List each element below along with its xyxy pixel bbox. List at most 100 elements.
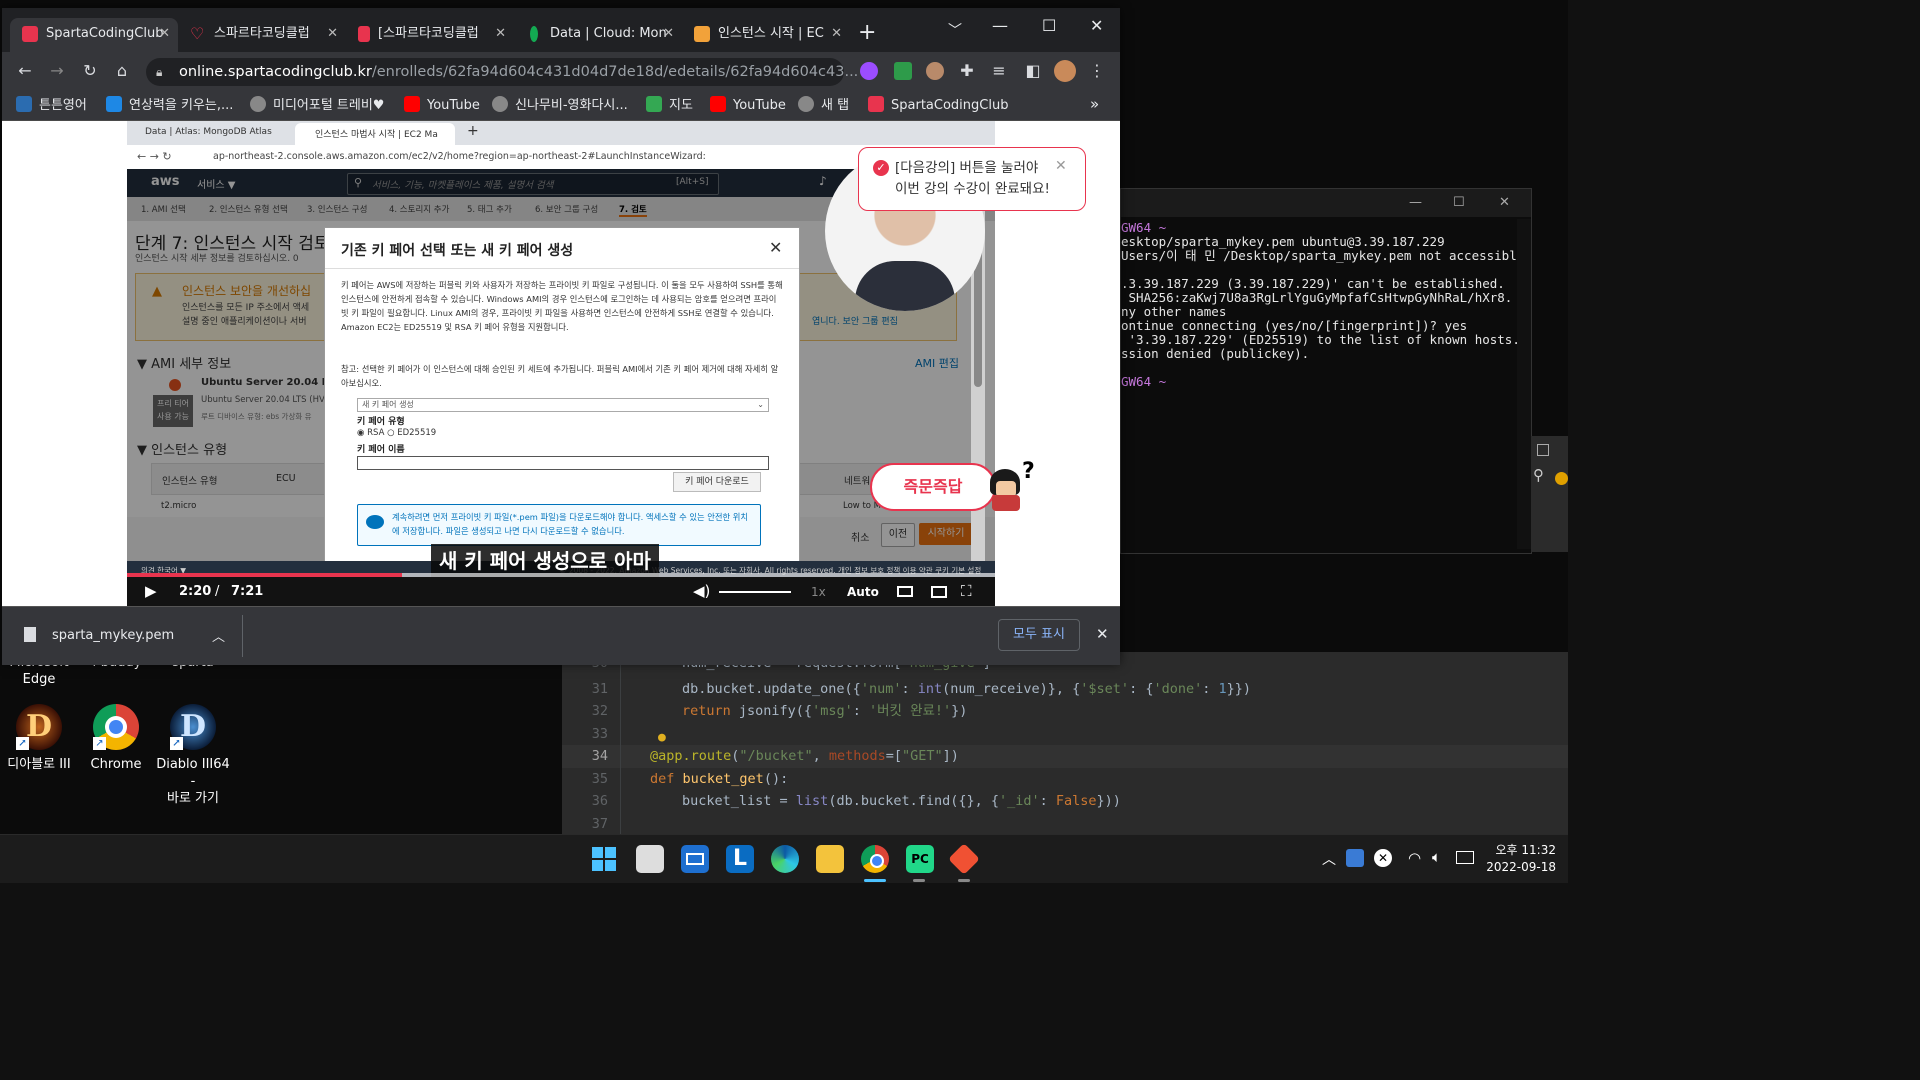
volume-slider[interactable] [719, 591, 791, 593]
tab-title: 스파르타코딩클럽 [214, 26, 310, 41]
download-filename[interactable]: sparta_mykey.pem [52, 628, 174, 643]
pycharm-icon[interactable]: PC [906, 845, 934, 873]
playback-speed[interactable]: 1x [811, 585, 826, 599]
media-list-icon[interactable]: ≡ [988, 61, 1010, 81]
code-editor[interactable]: 30num_receive = request.form['num_give']… [562, 652, 1568, 834]
clock[interactable]: 오후 11:32 2022-09-18 [1486, 842, 1556, 876]
tab-close-icon[interactable]: ✕ [831, 18, 842, 50]
tab-close-icon[interactable]: ✕ [327, 18, 338, 50]
window-close-icon[interactable]: ✕ [1090, 16, 1103, 35]
address-bar[interactable]: 🔒︎ online.spartacodingclub.kr/enrolleds/… [146, 58, 858, 86]
menu-kebab-icon[interactable]: ⋮ [1086, 61, 1108, 81]
bookmark-item[interactable]: YouTube [710, 96, 786, 114]
wifi-icon[interactable]: ◠ [1408, 849, 1421, 867]
code-line[interactable]: 31 db.bucket.update_one({'num': int(num_r… [562, 678, 1568, 701]
desktop-icon-diablo64[interactable]: D ↗ Diablo III64 - 바로 가기 [154, 704, 232, 807]
code-line[interactable]: 33 ● [562, 723, 1568, 746]
tab-search-chevron-icon[interactable]: ﹀ [948, 20, 962, 40]
extension-2-icon[interactable] [894, 62, 912, 80]
tab-close-icon[interactable]: ✕ [159, 18, 170, 50]
terminal-output[interactable]: GW64 ~ esktop/sparta_mykey.pem ubuntu@3.… [1121, 217, 1532, 389]
reload-icon[interactable]: ↻ [79, 61, 101, 81]
key-pair-select: 새 키 페어 생성 ⌄ [357, 398, 769, 412]
terminal-scrollbar[interactable] [1517, 219, 1531, 549]
battery-icon[interactable] [1456, 851, 1474, 864]
bookmark-item[interactable]: 미디어포털 트레비♥ [250, 96, 384, 114]
quality-setting[interactable]: Auto [847, 585, 879, 599]
window-minimize-icon[interactable]: — [992, 16, 1008, 35]
url-path: /enrolleds/62fa94d604c431d04d7de18d/edet… [371, 64, 859, 80]
window-maximize-icon[interactable]: ☐ [1042, 16, 1056, 35]
side-panel-icon[interactable]: ◧ [1022, 61, 1044, 81]
volume-icon[interactable]: ◀) [693, 582, 710, 600]
folder-icon[interactable] [816, 845, 844, 873]
tab-spartacodingclub[interactable]: SpartaCodingClub ✕ [10, 18, 178, 52]
extension-1-icon[interactable] [860, 62, 878, 80]
code-text: return jsonify({'msg': '버킷 완료!'}) [682, 703, 968, 719]
terminal-titlebar[interactable]: — ☐ ✕ [1121, 189, 1531, 217]
new-tab-button[interactable]: + [858, 20, 876, 46]
code-line[interactable]: 37 [562, 813, 1568, 836]
bookmarks-overflow-button[interactable]: » [1090, 96, 1099, 112]
lock-icon[interactable]: 🔒︎ [156, 58, 162, 86]
puzzle-extensions-icon[interactable]: ✚ [956, 61, 978, 81]
store-icon[interactable] [636, 845, 664, 873]
play-icon[interactable]: ▶ [145, 582, 157, 600]
l-app-icon[interactable]: L [726, 845, 754, 873]
volume-icon[interactable]: 🔈︎ [1432, 848, 1441, 866]
back-icon[interactable]: ← [14, 61, 36, 81]
code-line[interactable]: 32 return jsonify({'msg': '버킷 완료!'}) [562, 700, 1568, 723]
tab-mongodb[interactable]: Data | Cloud: Mon ✕ [514, 18, 682, 52]
close-download-bar-icon[interactable]: ✕ [1096, 625, 1109, 643]
pip-icon[interactable] [931, 586, 947, 598]
chrome-icon[interactable] [861, 845, 889, 873]
tray-x-icon[interactable]: ✕ [1374, 849, 1392, 867]
tab-close-icon[interactable]: ✕ [663, 18, 674, 50]
tab-sparta-2[interactable]: ♡ 스파르타코딩클럽 ✕ [178, 18, 346, 52]
bookmark-item[interactable]: 새 탭 [798, 96, 849, 114]
git-icon[interactable] [948, 843, 980, 875]
tab-ec2[interactable]: 인스턴스 시작 | EC ✕ [682, 18, 850, 52]
download-divider [242, 615, 243, 657]
desktop-icon-chrome[interactable]: ↗ Chrome [77, 704, 155, 773]
show-all-downloads-button[interactable]: 모두 표시 [998, 619, 1080, 651]
search-icon[interactable]: ⚲ [1533, 466, 1544, 484]
code-line[interactable]: 35 def bucket_get(): [562, 768, 1568, 791]
extension-3-icon[interactable] [926, 62, 944, 80]
desktop-icon-diablo[interactable]: D ↗ 디아블로 III [0, 704, 78, 773]
defender-shield-icon[interactable] [1346, 849, 1364, 867]
code-line[interactable]: 36 bucket_list = list(db.bucket.find({}, … [562, 790, 1568, 813]
modal-divider [325, 268, 799, 269]
code-line[interactable]: 34 @app.route("/bucket", methods=["GET"]) [562, 745, 1568, 768]
bookmark-item[interactable]: 지도 [646, 96, 693, 114]
qa-badge[interactable]: 즉문즉답 ? [870, 459, 1056, 513]
minimize-icon[interactable]: — [1409, 195, 1422, 210]
edge-icon[interactable] [771, 845, 799, 873]
bookmark-item[interactable]: SpartaCodingClub [868, 96, 1008, 114]
bookmark-item[interactable]: 연상력을 키우는,... [106, 96, 233, 114]
windows-start-icon[interactable] [590, 845, 618, 873]
lecture-complete-notice[interactable]: ✓ [다음강의] 버튼을 눌러야 이번 강의 수강이 완료돼요! ✕ [858, 147, 1086, 211]
maximize-icon[interactable]: ☐ [1453, 195, 1465, 210]
tab-strip: SpartaCodingClub ✕ ♡ 스파르타코딩클럽 ✕ [스파르타코딩클… [2, 8, 1120, 52]
tab-title: SpartaCodingClub [46, 26, 164, 41]
notice-close-icon[interactable]: ✕ [1055, 158, 1067, 174]
bookmark-item[interactable]: 튼튼영어 [16, 96, 87, 114]
chevron-up-icon[interactable]: ︿ [1322, 849, 1336, 869]
tab-close-icon[interactable]: ✕ [495, 18, 506, 50]
bookmark-item[interactable]: YouTube [404, 96, 480, 114]
chrome-icon: ↗ [93, 704, 139, 750]
chevron-up-icon[interactable]: ︿ [212, 626, 225, 645]
bookmark-item[interactable]: 신나무비-영화다시... [492, 96, 628, 114]
chrome-window[interactable]: SpartaCodingClub ✕ ♡ 스파르타코딩클럽 ✕ [스파르타코딩클… [2, 8, 1120, 665]
mail-icon[interactable] [681, 845, 709, 873]
captions-icon[interactable] [897, 586, 913, 597]
profile-avatar[interactable] [1054, 60, 1076, 82]
forward-icon[interactable]: → [46, 61, 68, 81]
home-icon[interactable]: ⌂ [111, 61, 133, 81]
terminal-window[interactable]: — ☐ ✕ GW64 ~ esktop/sparta_mykey.pem ubu… [1120, 188, 1532, 554]
terminal-line: .3.39.187.229 (3.39.187.229)' can't be e… [1121, 276, 1505, 291]
fullscreen-icon[interactable]: ⛶ [961, 582, 972, 600]
close-icon[interactable]: ✕ [1499, 195, 1510, 210]
tab-sparta-3[interactable]: [스파르타코딩클럽 ✕ [346, 18, 514, 52]
